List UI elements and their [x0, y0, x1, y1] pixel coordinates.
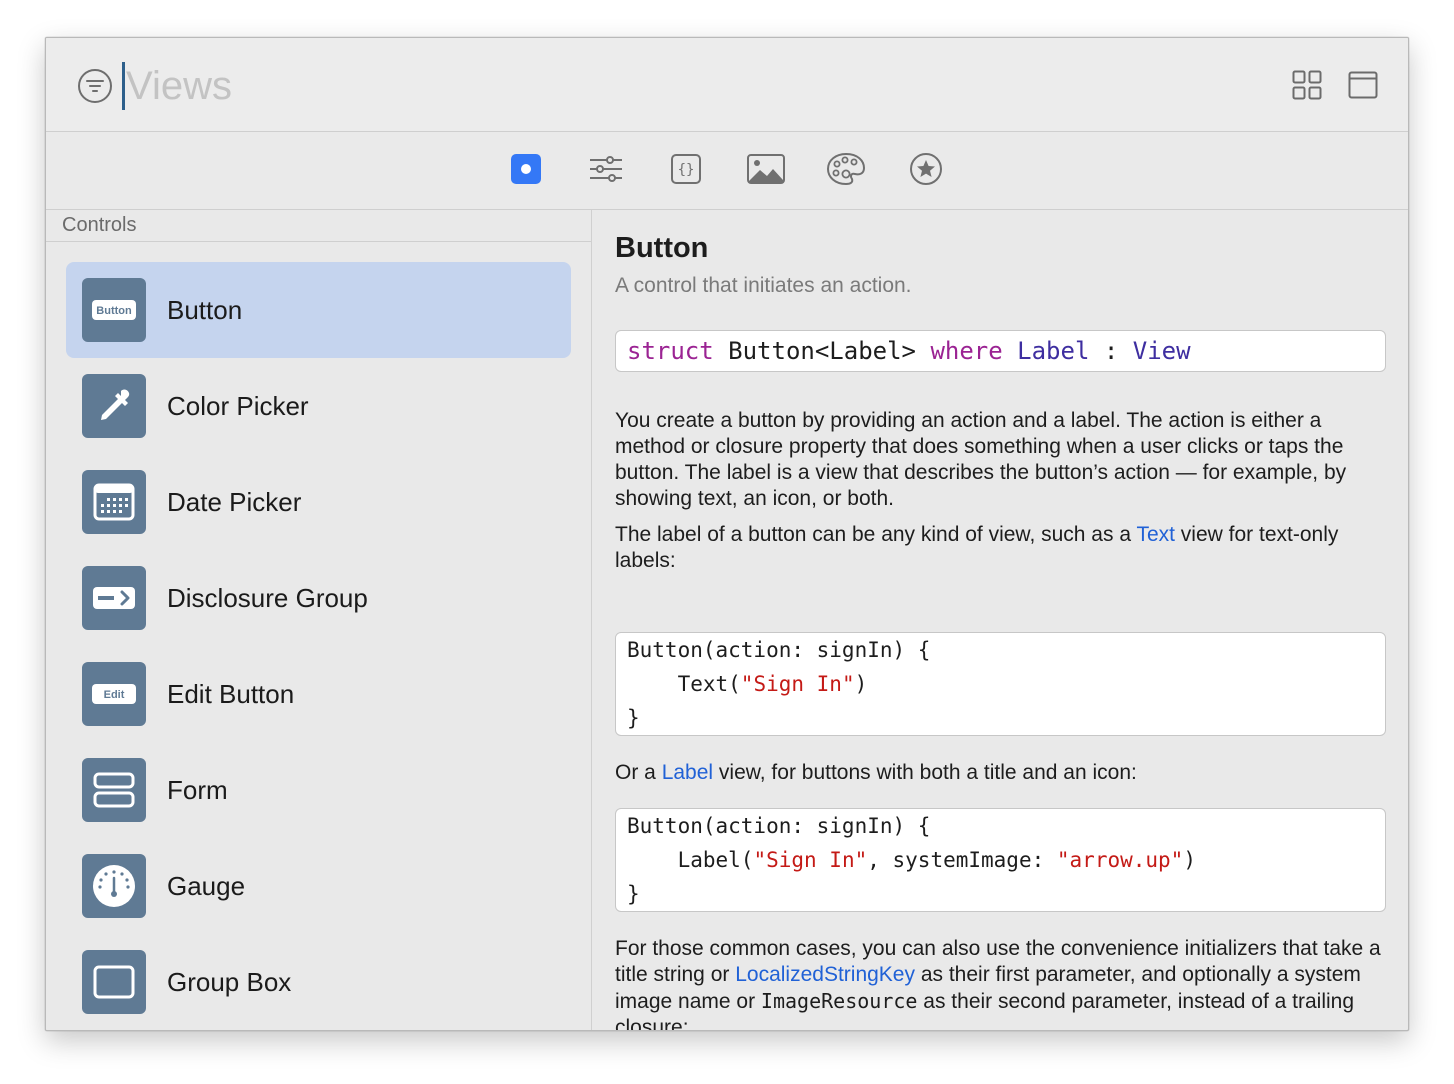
- star-circle-icon: [910, 153, 942, 185]
- section-header: Controls: [46, 210, 591, 242]
- detail-pane: Button A control that initiates an actio…: [615, 210, 1386, 1030]
- type-label: Label: [1017, 337, 1090, 365]
- sidebar-item-button[interactable]: Button Button: [66, 262, 571, 358]
- braces-icon: {}: [671, 154, 701, 184]
- svg-text:{}: {}: [678, 162, 695, 178]
- tab-modifiers[interactable]: [585, 148, 627, 190]
- page-subtitle: A control that initiates an action.: [615, 274, 912, 297]
- localized-string-key-link[interactable]: LocalizedStringKey: [735, 963, 915, 986]
- convenience-paragraph: For those common cases, you can also use…: [615, 936, 1386, 1030]
- sidebar-item-label: Disclosure Group: [167, 582, 368, 613]
- sidebar-item-gauge[interactable]: Gauge: [66, 838, 571, 934]
- colon: :: [1103, 337, 1119, 365]
- form-icon: [82, 758, 146, 822]
- calendar-icon: [82, 470, 146, 534]
- sidebar-item-edit-button[interactable]: Edit Edit Button: [66, 646, 571, 742]
- label-paragraph: Or a Label view, for buttons with both a…: [615, 760, 1386, 786]
- page-title: Button: [615, 232, 709, 264]
- code-line: Text("Sign In"): [627, 672, 868, 696]
- code-example-text[interactable]: Button(action: signIn) { Text("Sign In")…: [615, 632, 1386, 736]
- keyword-struct: struct: [627, 337, 714, 365]
- overview-paragraph: You create a button by providing an acti…: [615, 409, 1347, 510]
- paragraph-text: Or a: [615, 761, 662, 784]
- keyword-where: where: [930, 337, 1003, 365]
- tab-code[interactable]: {}: [665, 148, 707, 190]
- edit-button-icon: Edit: [82, 662, 146, 726]
- search-input[interactable]: Views: [126, 64, 232, 108]
- button-icon-text: Button: [96, 305, 132, 317]
- sidebar: Controls Button Button Color Picker Date…: [46, 210, 592, 1030]
- palette-icon: [826, 152, 866, 186]
- sidebar-item-color-picker[interactable]: Color Picker: [66, 358, 571, 454]
- label-link[interactable]: Label: [662, 761, 713, 784]
- tab-colors[interactable]: [825, 148, 867, 190]
- sidebar-item-label: Group Box: [167, 966, 292, 997]
- sidebar-item-group-box[interactable]: Group Box: [66, 934, 571, 1030]
- sidebar-item-date-picker[interactable]: Date Picker: [66, 454, 571, 550]
- sidebar-item-label: Edit Button: [167, 678, 295, 709]
- gauge-icon: [82, 854, 146, 918]
- sidebar-item-disclosure-group[interactable]: Disclosure Group: [66, 550, 571, 646]
- sidebar-item-label: Date Picker: [167, 486, 302, 517]
- code-line: }: [627, 706, 640, 730]
- category-toolbar: {}: [46, 132, 1408, 210]
- edit-icon-text: Edit: [104, 689, 125, 701]
- app-window: Views {} Controls Button Button Color Pi…: [45, 37, 1409, 1031]
- declaration-box[interactable]: struct Button<Label> where Label : View: [615, 330, 1386, 372]
- type-name: Button<Label>: [728, 337, 916, 365]
- sidebar-item-form[interactable]: Form: [66, 742, 571, 838]
- disclosure-icon: [82, 566, 146, 630]
- filter-icon[interactable]: [77, 68, 113, 104]
- code-line: Button(action: signIn) {: [627, 814, 931, 838]
- paragraph-text: view, for buttons with both a title and …: [713, 761, 1137, 784]
- eyedropper-icon: [82, 374, 146, 438]
- group-box-icon: [82, 950, 146, 1014]
- title-bar: Views: [46, 38, 1408, 132]
- text-label-paragraph: The label of a button can be any kind of…: [615, 522, 1386, 574]
- paragraph-text: The label of a button can be any kind of…: [615, 523, 1137, 546]
- sidebar-item-label: Color Picker: [167, 390, 309, 421]
- text-link[interactable]: Text: [1136, 523, 1175, 546]
- button-icon: Button: [82, 278, 146, 342]
- sidebar-item-label: Form: [167, 774, 228, 805]
- photo-icon: [747, 154, 785, 184]
- text-cursor: [122, 62, 125, 110]
- controls-list: Button Button Color Picker Date Picker D…: [66, 262, 571, 1030]
- tab-images[interactable]: [745, 148, 787, 190]
- inline-code: ImageResource: [760, 989, 918, 1013]
- code-line: }: [627, 882, 640, 906]
- code-line: Label("Sign In", systemImage: "arrow.up"…: [627, 848, 1196, 872]
- window-layout-icon[interactable]: [1348, 70, 1378, 100]
- type-view: View: [1132, 337, 1191, 365]
- sidebar-item-label: Button: [167, 294, 243, 325]
- section-title: Controls: [62, 214, 137, 236]
- code-line: Button(action: signIn) {: [627, 638, 931, 662]
- code-example-label[interactable]: Button(action: signIn) { Label("Sign In"…: [615, 808, 1386, 912]
- tab-views[interactable]: [505, 148, 547, 190]
- sidebar-item-label: Gauge: [167, 870, 246, 901]
- sliders-icon: [590, 156, 622, 182]
- grid-view-icon[interactable]: [1292, 70, 1322, 100]
- record-circle-icon: [511, 154, 541, 184]
- tab-favorites[interactable]: [905, 148, 947, 190]
